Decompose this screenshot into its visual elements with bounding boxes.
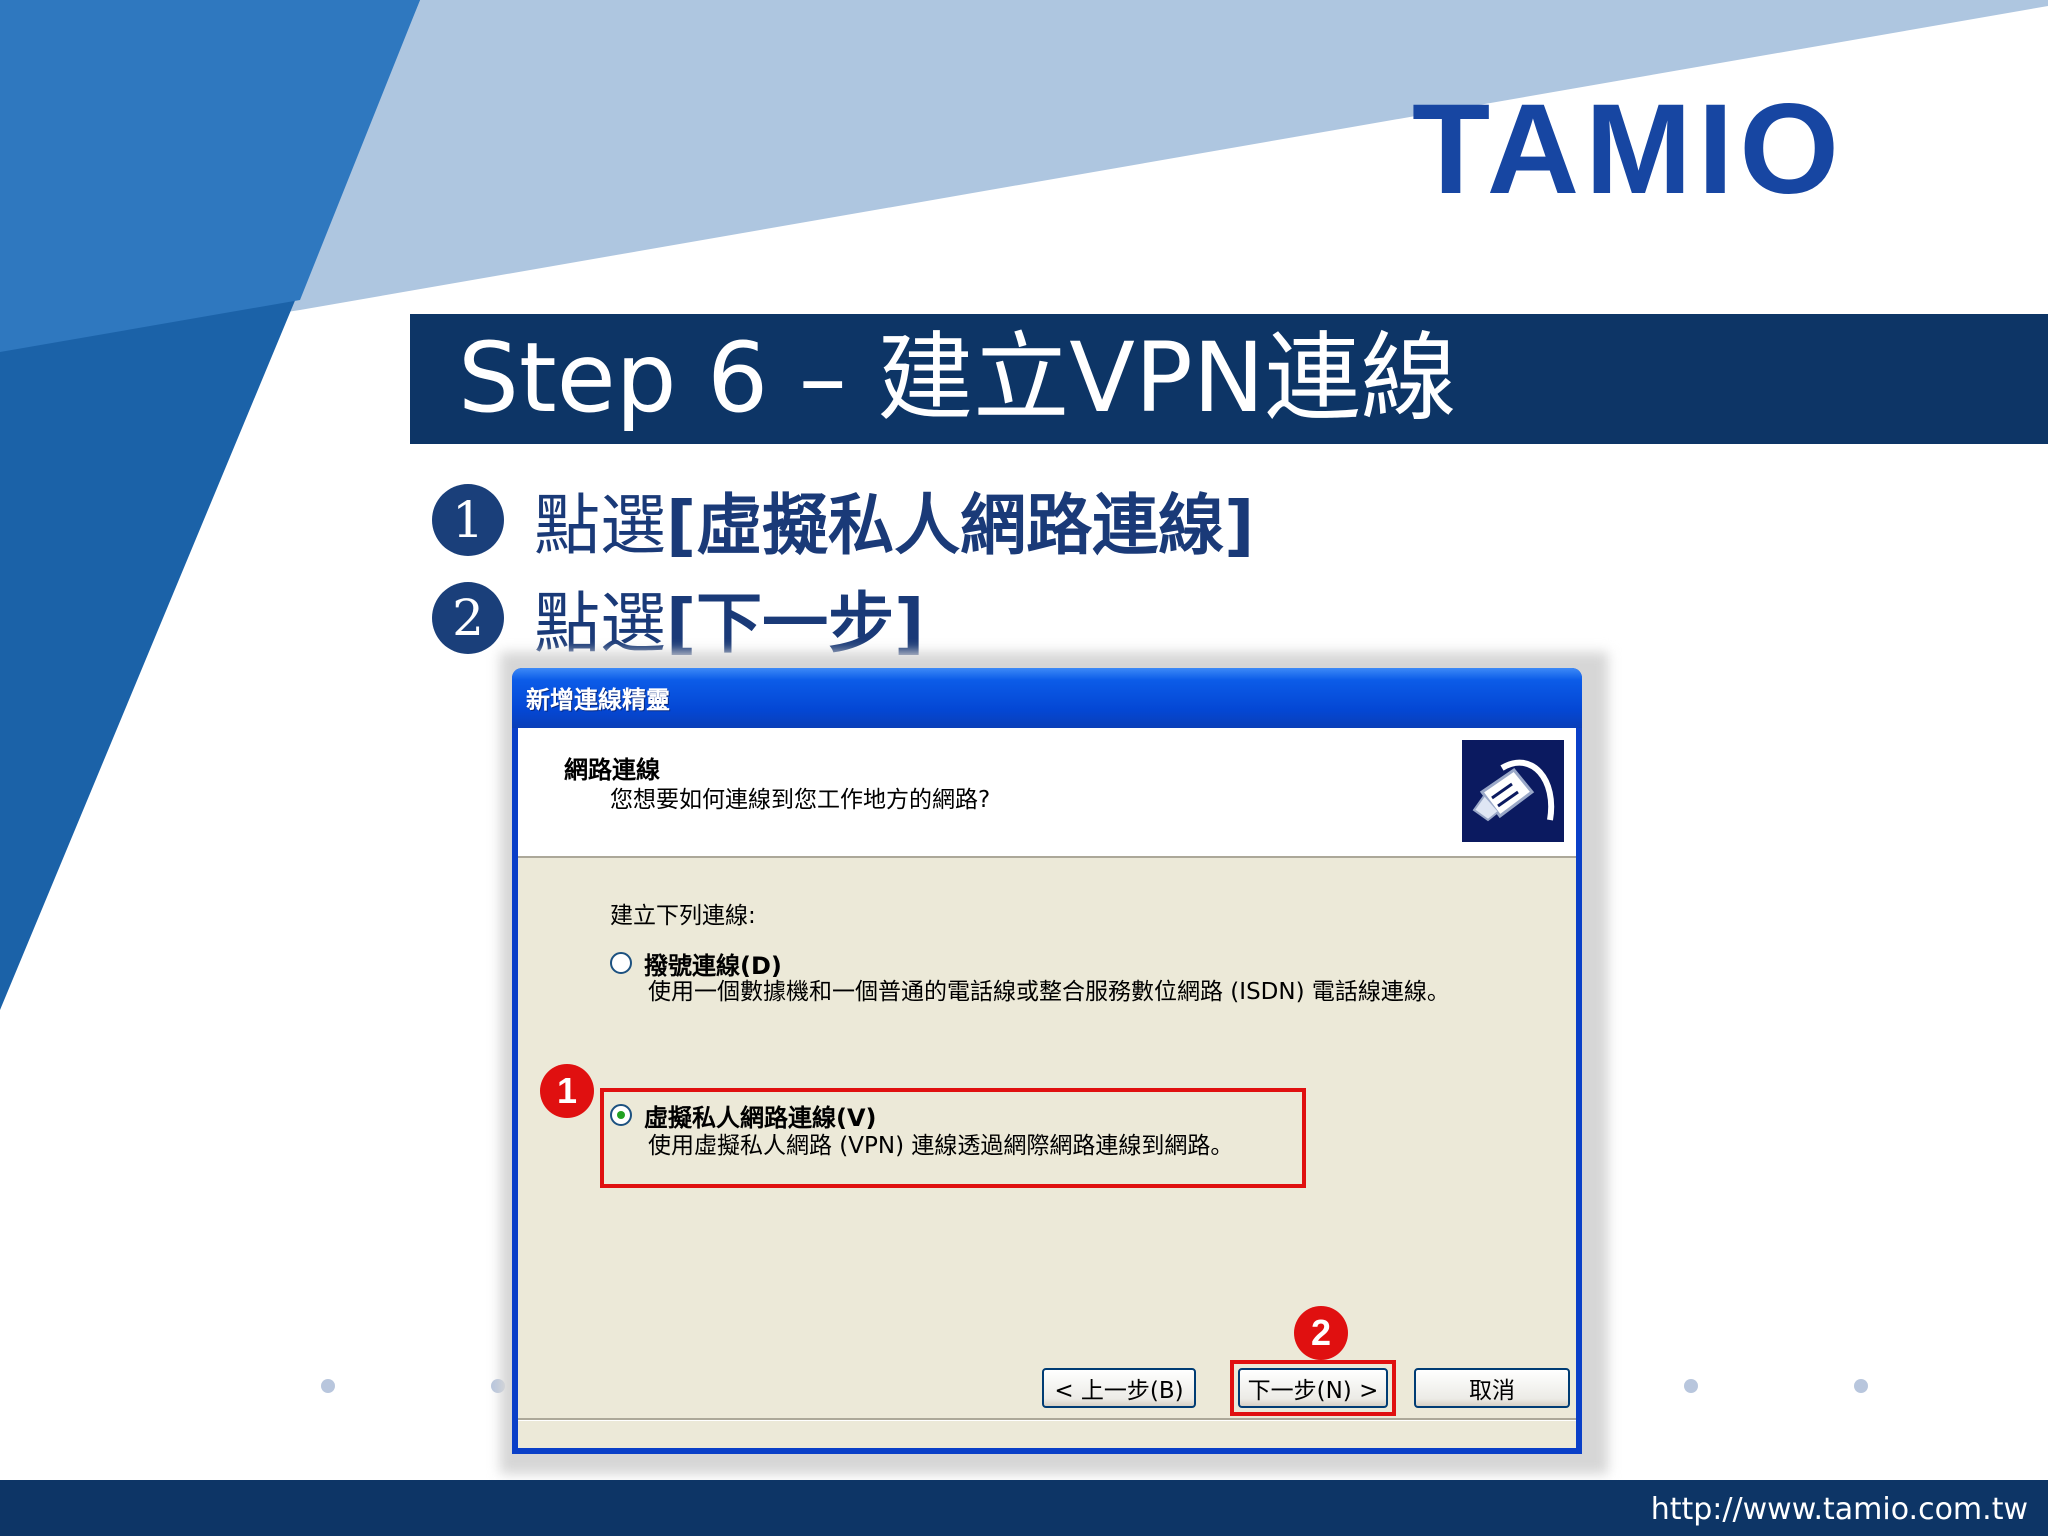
annotation-badge-2: 2 <box>1294 1306 1348 1360</box>
decor-dot <box>1854 1379 1868 1393</box>
section-label: 建立下列連線: <box>610 903 756 929</box>
wizard-header: 網路連線 您想要如何連線到您工作地方的網路? <box>518 728 1576 858</box>
vpn-radio[interactable] <box>610 1104 632 1126</box>
decor-dot <box>1684 1379 1698 1393</box>
window-title: 新增連線精靈 <box>526 686 670 714</box>
button-separator-highlight <box>518 1420 1576 1421</box>
vpn-option-desc: 使用虛擬私人網路 (VPN) 連線透過網際網路連線到網路。 <box>648 1133 1234 1159</box>
cancel-button[interactable]: 取消 <box>1414 1368 1570 1408</box>
footer-url: http://www.tamio.com.tw <box>1650 1492 2028 1527</box>
back-button[interactable]: < 上一步(B) <box>1042 1368 1196 1408</box>
step-1: 1 點選[虛擬私人網路連線] <box>432 472 1254 568</box>
step-2-number: 2 <box>432 582 504 654</box>
wizard-header-subtitle: 您想要如何連線到您工作地方的網路? <box>610 787 991 813</box>
slide-title: Step 6 – 建立VPN連線 <box>458 322 1457 434</box>
window-titlebar[interactable]: 新增連線精靈 <box>512 668 1582 728</box>
annotation-badge-1: 1 <box>540 1064 594 1118</box>
vpn-option-label[interactable]: 虛擬私人網路連線(V) <box>644 1098 877 1133</box>
dialup-radio[interactable] <box>610 952 632 974</box>
decor-dot <box>321 1379 335 1393</box>
dialup-option-desc: 使用一個數據機和一個普通的電話線或整合服務數位網路 (ISDN) 電話線連線。 <box>648 979 1450 1005</box>
window-body: 網路連線 您想要如何連線到您工作地方的網路? 建立下列連線: 撥號連線(D) 使… <box>518 728 1576 1448</box>
slide-title-bar: Step 6 – 建立VPN連線 <box>410 314 2048 444</box>
wizard-window: 新增連線精靈 網路連線 您想要如何連線到您工作地方的網路? 建立下列連線: 撥號… <box>512 668 1582 1454</box>
step-1-number: 1 <box>432 484 504 556</box>
network-plug-icon <box>1462 740 1564 842</box>
dialup-option-label[interactable]: 撥號連線(D) <box>644 946 782 981</box>
step-1-text: 點選[虛擬私人網路連線] <box>534 487 1255 564</box>
next-button[interactable]: 下一步(N) > <box>1238 1368 1388 1408</box>
footer-bar: http://www.tamio.com.tw <box>0 1480 2048 1536</box>
tamio-logo: TAMIO <box>1412 78 1845 221</box>
